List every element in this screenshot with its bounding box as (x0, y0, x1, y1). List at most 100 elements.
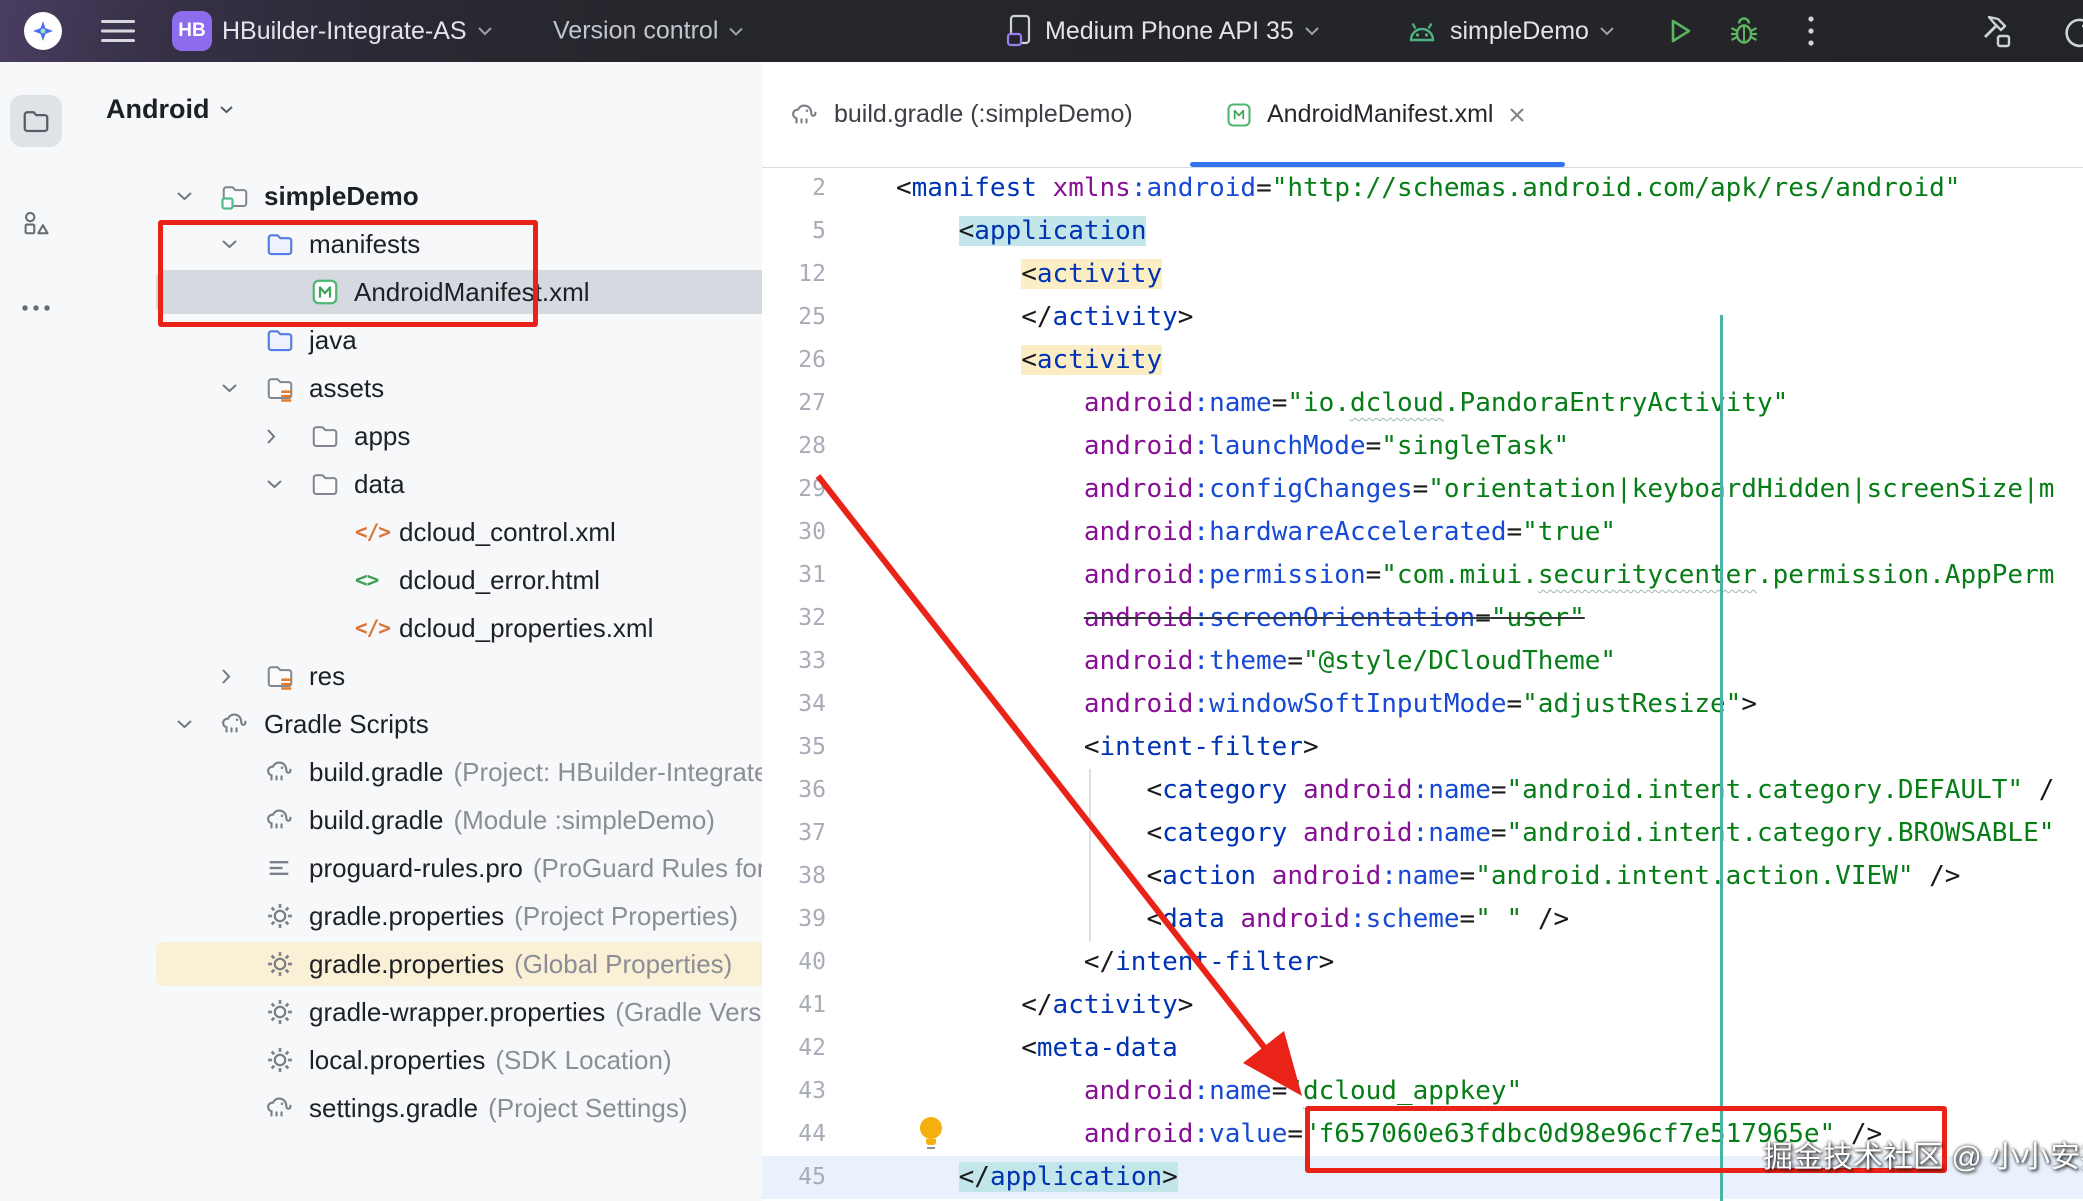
code-line-5[interactable]: 5 <application (762, 210, 2083, 253)
intention-bulb-icon[interactable] (914, 1113, 948, 1160)
code-line-29[interactable]: 29 android:configChanges="orientation|ke… (762, 468, 2083, 511)
tree-item-gradle-properties[interactable]: gradle.properties(Global Properties) (72, 940, 762, 988)
debug-button[interactable] (1726, 13, 1762, 49)
chevron-right-icon[interactable] (221, 668, 265, 685)
tree-item-dcloud-control-xml[interactable]: </>dcloud_control.xml (72, 508, 762, 556)
tree-item-simpledemo[interactable]: simpleDemo (72, 172, 762, 220)
main-menu-button[interactable] (101, 18, 135, 44)
line-number: 12 (762, 253, 834, 296)
gear-icon (265, 1045, 309, 1075)
tree-item-settings-gradle[interactable]: settings.gradle(Project Settings) (72, 1084, 762, 1132)
chevron-down-icon (1304, 26, 1320, 36)
code-line-25[interactable]: 25 </activity> (762, 296, 2083, 339)
tree-item-annotation: (Project Properties) (514, 901, 738, 932)
project-widget[interactable]: HB HBuilder-Integrate-AS (172, 11, 493, 51)
code-line-28[interactable]: 28 android:launchMode="singleTask" (762, 425, 2083, 468)
build-button[interactable] (1975, 10, 2017, 52)
code-line-41[interactable]: 41 </activity> (762, 984, 2083, 1027)
tree-item-build-gradle[interactable]: build.gradle(Project: HBuilder-Integrate… (72, 748, 762, 796)
more-actions-button[interactable] (1806, 13, 1816, 49)
tree-item-annotation: (Module :simpleDemo) (453, 805, 715, 836)
tree-item-gradle-wrapper-properties[interactable]: gradle-wrapper.properties(Gradle Version… (72, 988, 762, 1036)
tab-label: build.gradle (:simpleDemo) (834, 100, 1133, 129)
run-button[interactable] (1662, 14, 1696, 48)
tree-item-androidmanifest-xml[interactable]: AndroidManifest.xml (72, 268, 762, 316)
chevron-down-icon (477, 26, 493, 36)
code-line-31[interactable]: 31 android:permission="com.miui.security… (762, 554, 2083, 597)
xml-file-icon: </> (355, 616, 399, 640)
app-logo-button[interactable] (24, 12, 62, 50)
code-text: android:permission="com.miui.securitycen… (834, 554, 2054, 597)
device-selector[interactable]: Medium Phone API 35 (1005, 14, 1320, 48)
line-number: 2 (762, 167, 834, 210)
line-number: 39 (762, 898, 834, 941)
code-line-36[interactable]: 36 <category android:name="android.inten… (762, 769, 2083, 812)
tree-item-label: gradle.properties (309, 949, 504, 980)
line-number: 37 (762, 812, 834, 855)
tab-androidmanifest[interactable]: AndroidManifest.xml (1225, 62, 1527, 167)
tree-item-dcloud-error-html[interactable]: <>dcloud_error.html (72, 556, 762, 604)
chevron-down-icon[interactable] (221, 383, 265, 394)
chevron-down-icon[interactable] (176, 719, 220, 730)
chevron-down-icon (728, 26, 744, 36)
chevron-down-icon[interactable] (221, 239, 265, 250)
code-text: <action android:name="android.intent.act… (834, 855, 1960, 898)
code-line-2[interactable]: 2<manifest xmlns:android="http://schemas… (762, 167, 2083, 210)
code-line-35[interactable]: 35 <intent-filter> (762, 726, 2083, 769)
code-line-34[interactable]: 34 android:windowSoftInputMode="adjustRe… (762, 683, 2083, 726)
code-text: android:value="f657060e63fdbc0d98e96cf7e… (834, 1113, 1882, 1156)
code-line-38[interactable]: 38 <action android:name="android.intent.… (762, 855, 2083, 898)
code-text: </activity> (834, 296, 1193, 339)
code-line-39[interactable]: 39 <data android:scheme=" " /> (762, 898, 2083, 941)
code-line-12[interactable]: 12 <activity (762, 253, 2083, 296)
tree-item-dcloud-properties-xml[interactable]: </>dcloud_properties.xml (72, 604, 762, 652)
code-line-27[interactable]: 27 android:name="io.dcloud.PandoraEntryA… (762, 382, 2083, 425)
code-line-30[interactable]: 30 android:hardwareAccelerated="true" (762, 511, 2083, 554)
tree-item-manifests[interactable]: manifests (72, 220, 762, 268)
line-number: 44 (762, 1113, 834, 1156)
tree-item-build-gradle[interactable]: build.gradle(Module :simpleDemo) (72, 796, 762, 844)
sync-icon (2058, 11, 2083, 51)
code-line-42[interactable]: 42 <meta-data (762, 1027, 2083, 1070)
tree-item-proguard-rules-pro[interactable]: proguard-rules.pro(ProGuard Rules for ":… (72, 844, 762, 892)
tab-build-gradle[interactable]: build.gradle (:simpleDemo) (790, 62, 1133, 167)
tree-item-annotation: (Project: HBuilder-Integrate-AS) (453, 757, 763, 788)
line-number: 40 (762, 941, 834, 984)
code-area[interactable]: 2<manifest xmlns:android="http://schemas… (762, 167, 2083, 1199)
tree-item-assets[interactable]: assets (72, 364, 762, 412)
code-line-37[interactable]: 37 <category android:name="android.inten… (762, 812, 2083, 855)
code-text: <manifest xmlns:android="http://schemas.… (834, 167, 1960, 210)
project-view-label: Android (106, 94, 209, 125)
line-number: 32 (762, 597, 834, 640)
close-icon[interactable] (1507, 105, 1527, 125)
code-text: <intent-filter> (834, 726, 1319, 769)
run-config-selector[interactable]: simpleDemo (1404, 16, 1615, 46)
tree-item-gradle-properties[interactable]: gradle.properties(Project Properties) (72, 892, 762, 940)
code-line-40[interactable]: 40 </intent-filter> (762, 941, 2083, 984)
sync-button[interactable] (2058, 11, 2083, 51)
tree-item-java[interactable]: java (72, 316, 762, 364)
code-line-26[interactable]: 26 <activity (762, 339, 2083, 382)
folder-module-icon (220, 181, 264, 211)
code-line-43[interactable]: 43 android:name="dcloud_appkey" (762, 1070, 2083, 1113)
tree-item-local-properties[interactable]: local.properties(SDK Location) (72, 1036, 762, 1084)
project-view-selector[interactable]: Android (106, 94, 234, 125)
tree-item-data[interactable]: data (72, 460, 762, 508)
tree-item-apps[interactable]: apps (72, 412, 762, 460)
html-file-icon: <> (355, 568, 399, 592)
tree-item-res[interactable]: res (72, 652, 762, 700)
chevron-down-icon[interactable] (176, 191, 220, 202)
vcs-widget[interactable]: Version control (553, 17, 744, 46)
code-line-33[interactable]: 33 android:theme="@style/DCloudTheme" (762, 640, 2083, 683)
chevron-down-icon[interactable] (266, 479, 310, 490)
resource-manager-tool-button[interactable] (10, 198, 62, 250)
code-text: <application (834, 210, 1146, 253)
gradle-elephant-icon (265, 1093, 309, 1123)
chevron-right-icon[interactable] (266, 428, 310, 445)
code-line-32[interactable]: 32 android:screenOrientation="user" (762, 597, 2083, 640)
project-tool-button[interactable] (10, 95, 62, 147)
tree-item-gradle-scripts[interactable]: Gradle Scripts (72, 700, 762, 748)
more-tool-windows-button[interactable] (10, 282, 62, 334)
tree-item-label: assets (309, 373, 384, 404)
device-name: Medium Phone API 35 (1045, 17, 1294, 46)
